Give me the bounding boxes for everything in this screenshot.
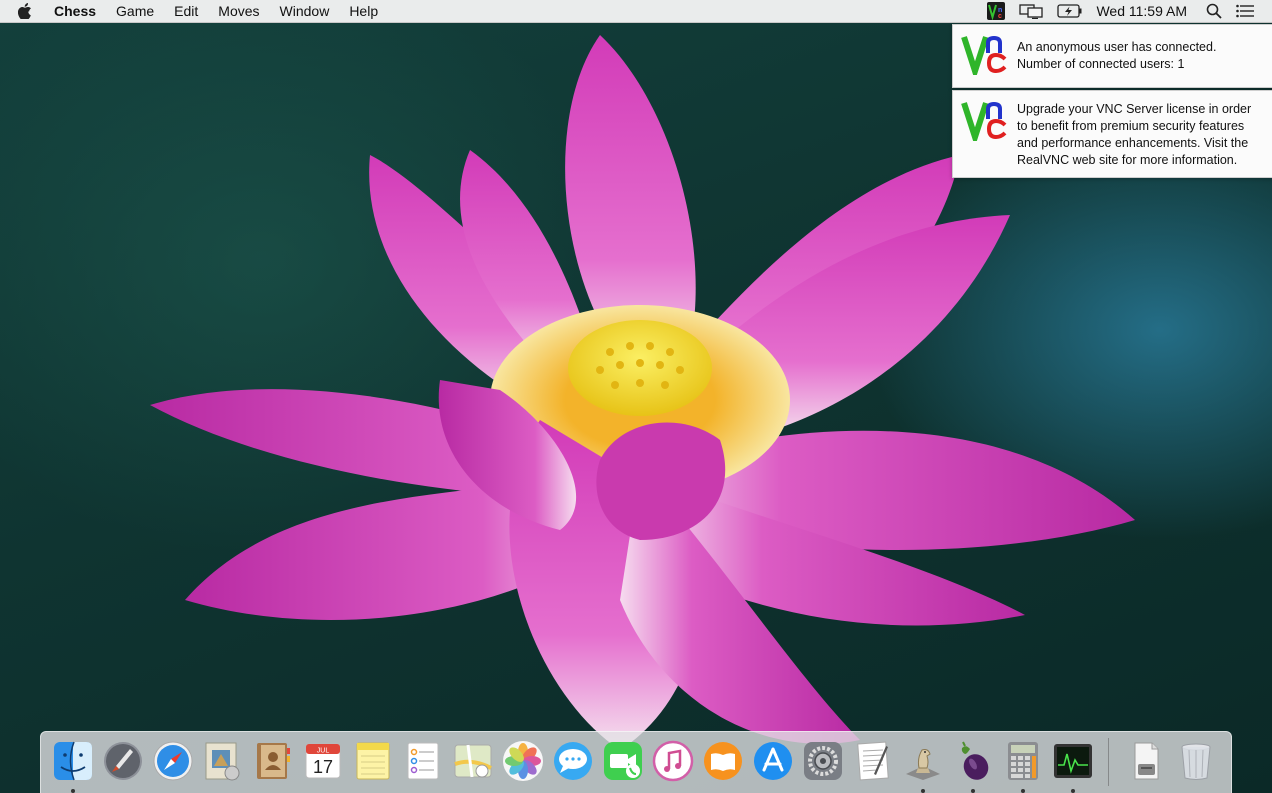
launchpad-icon[interactable] [101,739,145,783]
notification-line: RealVNC web site for more information. [1017,153,1238,167]
finder-icon[interactable] [51,739,95,793]
system-preferences-icon[interactable] [801,739,845,783]
notification-line: Upgrade your VNC Server license in order [1017,102,1252,116]
eggplant-icon[interactable] [951,739,995,793]
menu-edit[interactable]: Edit [164,0,208,22]
textedit-icon[interactable] [851,739,895,783]
calendar-month: JUL [317,748,330,755]
notification-line: Number of connected users: 1 [1017,57,1185,71]
vnc-logo-icon [953,91,1017,177]
vnc-license-notification[interactable]: Upgrade your VNC Server license in order… [952,90,1272,178]
downloads-stack-icon[interactable] [1124,739,1168,783]
notification-line: and performance enhancements. Visit the [1017,136,1249,150]
menu-moves[interactable]: Moves [208,0,269,22]
calculator-icon[interactable] [1001,739,1045,793]
activity-monitor-icon[interactable] [1051,739,1095,793]
vnc-icon[interactable]: n c [987,2,1006,20]
safari-icon[interactable] [151,739,195,783]
photos-icon[interactable] [501,739,545,783]
dock-separator [1108,738,1109,786]
menu-window[interactable]: Window [270,0,340,22]
notes-icon[interactable] [351,739,395,783]
contacts-icon[interactable] [251,739,295,783]
app-store-icon[interactable] [751,739,795,783]
display-mirroring-icon[interactable] [1019,3,1044,19]
chess-icon[interactable] [901,739,945,793]
dock: JUL 17 [40,731,1232,793]
menubar-clock[interactable]: Wed 11:59 AM [1096,3,1187,19]
running-indicator [1021,789,1025,793]
notification-center-icon[interactable] [1236,4,1254,18]
running-indicator [971,789,975,793]
notification-line: to benefit from premium security feature… [1017,119,1245,133]
itunes-icon[interactable] [651,739,695,783]
menu-bar: Chess Game Edit Moves Window Help n c We… [0,0,1272,23]
mail-icon[interactable] [201,739,245,783]
messages-icon[interactable] [551,739,595,783]
running-indicator [71,789,75,793]
notification-line: An anonymous user has connected. [1017,40,1217,54]
reminders-icon[interactable] [401,739,445,783]
maps-icon[interactable] [451,739,495,783]
search-icon[interactable] [1206,3,1222,19]
calendar-day: 17 [313,757,333,777]
apple-icon[interactable] [18,3,38,19]
vnc-connection-notification[interactable]: An anonymous user has connected. Number … [952,24,1272,88]
menu-app-chess[interactable]: Chess [54,0,106,22]
menu-help[interactable]: Help [339,0,388,22]
ibooks-icon[interactable] [701,739,745,783]
calendar-icon[interactable]: JUL 17 [301,739,345,783]
facetime-icon[interactable] [601,739,645,783]
running-indicator [1071,789,1075,793]
battery-charging-icon[interactable] [1057,4,1083,18]
running-indicator [921,789,925,793]
menu-game[interactable]: Game [106,0,164,22]
svg-text:c: c [998,13,1002,20]
trash-icon[interactable] [1174,739,1218,783]
vnc-logo-icon [953,25,1017,87]
